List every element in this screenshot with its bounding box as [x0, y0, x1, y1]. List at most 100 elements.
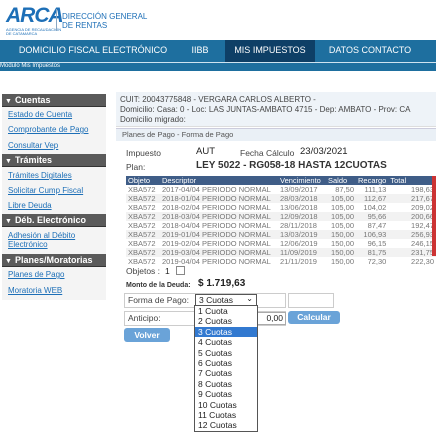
table-row: XBA572 2018-04/04 PERIODO NORMAL 28/11/201…	[126, 221, 436, 230]
dropdown-option[interactable]: 5 Cuotas	[195, 348, 257, 358]
dropdown-option[interactable]: 2 Cuotas	[195, 316, 257, 326]
objetos-count: 1	[165, 266, 170, 276]
table-cell: 2019-01/04 PERIODO NORMAL	[160, 230, 278, 239]
table-cell: 198,63	[411, 185, 434, 194]
sidebar-section-cuentas[interactable]: ▼ Cuentas	[2, 94, 106, 107]
col-vencimiento: Vencimiento	[278, 176, 326, 185]
fecha-calculo-value: 23/03/2021	[300, 146, 348, 157]
sidebar-item-comprobante-pago[interactable]: Comprobante de Pago	[8, 125, 89, 135]
dropdown-option[interactable]: 7 Cuotas	[195, 368, 257, 378]
table-cell: XBA572	[128, 185, 156, 194]
fecha-calculo-label: Fecha Cálculo	[240, 148, 295, 158]
triangle-down-icon: ▼	[5, 218, 12, 225]
taxpayer-address: Domicilio: Casa: 0 - Loc: LAS JUNTAS-AMB…	[120, 105, 411, 114]
dropdown-option[interactable]: 9 Cuotas	[195, 389, 257, 399]
impuesto-label: Impuesto	[126, 148, 161, 158]
anticipo-value: 0,00	[266, 313, 283, 323]
sidebar-item-solicitar-cump[interactable]: Solicitar Cump Fiscal	[8, 186, 83, 196]
table-cell: XBA572	[126, 230, 160, 239]
sidebar-section-planes[interactable]: ▼ Planes/Moratorias	[2, 254, 106, 267]
logo-separator	[56, 9, 57, 31]
table-cell: 217,67	[388, 194, 436, 203]
table-row: XBA572 2019-03/04 PERIODO NORMAL 11/09/201…	[126, 248, 436, 257]
dropdown-option[interactable]: 12 Cuotas	[195, 420, 257, 430]
calcular-button[interactable]: Calcular	[288, 311, 340, 324]
sidebar-item-estado-cuenta[interactable]: Estado de Cuenta	[8, 110, 72, 120]
table-cell: XBA572	[126, 212, 160, 221]
table-cell: 111,13	[364, 185, 387, 194]
table-scrollbar[interactable]	[432, 176, 436, 256]
table-cell: 150,00	[331, 239, 354, 248]
table-cell: 105,00	[326, 212, 356, 221]
sidebar-item-libre-deuda[interactable]: Libre Deuda	[8, 201, 52, 211]
nav-datos-contacto[interactable]: DATOS CONTACTO	[320, 40, 420, 62]
section-title: Déb. Electrónico	[14, 215, 86, 225]
impuesto-value: AUT	[196, 146, 215, 157]
table-cell: 209,02	[411, 203, 434, 212]
direction-subtitle: DE RENTAS	[62, 21, 108, 30]
table-cell: 150,00	[326, 248, 356, 257]
sidebar-item-consultar-vep[interactable]: Consultar Vep	[8, 141, 58, 151]
dropdown-option[interactable]: 6 Cuotas	[195, 358, 257, 368]
logo-subtitle: AGENCIA DE RECAUDACIÓN DE CATAMARCA	[6, 27, 62, 36]
dropdown-option[interactable]: 8 Cuotas	[195, 379, 257, 389]
forma-pago-dropdown[interactable]: 1 Cuota 2 Cuotas 3 Cuotas 4 Cuotas 5 Cuotas 6…	[194, 305, 258, 432]
objetos-checkbox[interactable]	[176, 266, 185, 275]
nav-iibb[interactable]: IIBB	[180, 40, 220, 62]
table-cell: 105,00	[326, 194, 356, 203]
table-cell: 112,67	[356, 194, 389, 203]
table-cell: XBA572	[128, 239, 156, 248]
table-row: XBA572 2019-02/04 PERIODO NORMAL 12/06/201…	[126, 239, 436, 248]
col-total: Total	[388, 176, 436, 185]
sidebar-section-debito[interactable]: ▼ Déb. Electrónico	[2, 214, 106, 227]
table-cell: 2018-03/04 PERIODO NORMAL	[160, 212, 278, 221]
table-cell: 200,66	[388, 212, 436, 221]
table-cell: 28/03/2018	[278, 194, 326, 203]
table-cell: 87,50	[335, 185, 354, 194]
dropdown-option[interactable]: 4 Cuotas	[195, 337, 257, 347]
anticipo-input[interactable]: 0,00	[256, 312, 286, 325]
sidebar-item-adhesion-debito-2[interactable]: Electrónico	[8, 240, 48, 250]
table-cell: 105,00	[331, 221, 354, 230]
sidebar-item-planes-pago[interactable]: Planes de Pago	[8, 270, 65, 280]
table-cell: 21/11/2019	[280, 257, 317, 266]
table-cell: 192,47	[411, 221, 434, 230]
triangle-down-icon: ▼	[5, 158, 12, 165]
taxpayer-cuit: CUIT: 20043775848 - VERGARA CARLOS ALBER…	[120, 95, 316, 104]
dropdown-option[interactable]: 3 Cuotas	[195, 326, 257, 338]
objetos-label: Objetos :	[126, 266, 161, 276]
col-recargo: Recargo	[356, 176, 389, 185]
table-cell: 2018-02/04 PERIODO NORMAL	[162, 203, 271, 212]
dropdown-option[interactable]: 11 Cuotas	[195, 410, 257, 420]
table-row: XBA572 2019-01/04 PERIODO NORMAL 13/03/201…	[126, 230, 436, 239]
triangle-down-icon: ▼	[5, 258, 12, 265]
sidebar-item-tramites-digitales[interactable]: Trámites Digitales	[8, 171, 72, 181]
table-cell: 222,30	[411, 257, 434, 266]
nav-mis-impuestos[interactable]: MIS IMPUESTOS	[225, 40, 315, 62]
table-cell: 12/06/2019	[280, 239, 318, 248]
table-cell: 13/06/2018	[280, 203, 318, 212]
table-cell: 87,47	[367, 221, 387, 230]
sidebar-section-tramites[interactable]: ▼ Trámites	[2, 154, 106, 167]
dropdown-option[interactable]: 10 Cuotas	[195, 400, 257, 410]
table-cell: 28/11/2018	[280, 221, 317, 230]
volver-button[interactable]: Volver	[124, 328, 170, 342]
main-nav: DOMICILIO FISCAL ELECTRÓNICO IIBB MIS IM…	[0, 40, 436, 62]
chevron-down-icon: ⌄	[246, 294, 253, 303]
col-saldo: Saldo	[326, 176, 356, 185]
table-cell: 106,93	[356, 230, 389, 239]
form-title: Planes de Pago - Forma de Pago	[116, 128, 436, 141]
sidebar-item-moratoria-web[interactable]: Moratoria WEB	[8, 286, 62, 296]
table-cell: 13/03/2019	[278, 230, 326, 239]
taxpayer-migrated-address: Domicilio migrado:	[120, 115, 186, 124]
table-cell: 256,93	[388, 230, 436, 239]
table-header-row: Objeto Descriptor Vencimiento Saldo Reca…	[126, 176, 436, 185]
table-cell: 72,30	[367, 257, 387, 266]
section-title: Cuentas	[14, 95, 51, 105]
nav-domicilio-fiscal[interactable]: DOMICILIO FISCAL ELECTRÓNICO	[8, 40, 178, 62]
section-title: Trámites	[14, 155, 52, 165]
dropdown-option[interactable]: 1 Cuota	[195, 306, 257, 316]
table-row: XBA572 2018-03/04 PERIODO NORMAL 12/09/201…	[126, 212, 436, 221]
arca-logo: ARCA	[6, 4, 64, 27]
table-cell: 95,66	[356, 212, 389, 221]
